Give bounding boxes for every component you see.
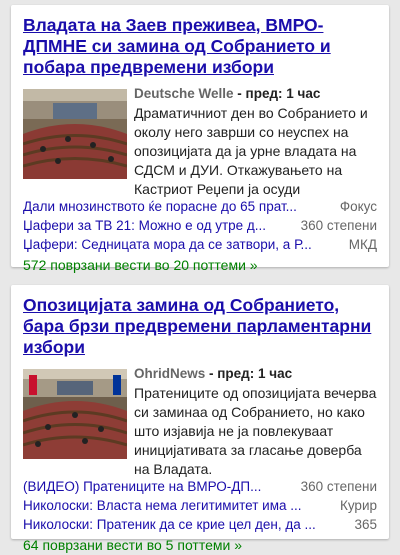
related-source: МКД — [348, 237, 377, 252]
related-link[interactable]: Николоски: Пратеник да се крие цел ден, … — [23, 515, 343, 534]
story-meta: OhridNews - пред: 1 час — [134, 365, 377, 383]
related-item: Николоски: Пратеник да се крие цел ден, … — [23, 515, 377, 534]
related-link[interactable]: (ВИДЕО) Пратениците на ВМРО-ДП... — [23, 477, 288, 496]
story-block: OhridNews - пред: 1 час Пратениците од о… — [23, 365, 377, 477]
more-related-link[interactable]: 64 поврзани вести во 5 поттеми » — [23, 535, 377, 555]
related-link[interactable]: Николоски: Власта нема легитимитет има .… — [23, 496, 323, 515]
related-source: Фокус — [339, 199, 377, 214]
more-related-link[interactable]: 572 поврзани вести во 20 поттеми » — [23, 255, 377, 275]
related-item: Николоски: Власта нема легитимитет има .… — [23, 496, 377, 515]
timestamp: - пред: 1 час — [233, 86, 321, 101]
related-link[interactable]: Дали мнозинството ќе порасне до 65 прат.… — [23, 197, 313, 216]
related-source: Курир — [339, 498, 377, 513]
source-name: OhridNews — [134, 366, 206, 381]
story-snippet: Пратениците од опозицијата вечерва си за… — [134, 385, 377, 477]
related-source: 360 степени — [300, 218, 377, 233]
story-snippet: Драматичниот ден во Собранието и околу н… — [134, 105, 368, 197]
related-source: 365 — [354, 517, 377, 532]
related-item: Дали мнозинството ќе порасне до 65 прат.… — [23, 197, 377, 216]
related-item: Џафери за ТВ 21: Можно е од утре д... 36… — [23, 216, 377, 235]
source-name: Deutsche Welle — [134, 86, 234, 101]
related-item: Џафери: Седницата мора да се затвори, а … — [23, 235, 377, 254]
parliament-thumbnail[interactable] — [23, 89, 127, 179]
related-source: 360 степени — [300, 479, 377, 494]
related-links: Дали мнозинството ќе порасне до 65 прат.… — [23, 197, 377, 254]
headline-link[interactable]: Опозицијата замина од Собранието, бара б… — [23, 295, 377, 358]
headline-link[interactable]: Владата на Заев преживеа, ВМРО-ДПМНЕ си … — [23, 15, 377, 78]
story-block: Deutsche Welle - пред: 1 час Драматичнио… — [23, 85, 377, 197]
timestamp: - пред: 1 час — [205, 366, 293, 381]
story-text: OhridNews - пред: 1 час Пратениците од о… — [134, 365, 377, 479]
story-text: Deutsche Welle - пред: 1 час Драматичнио… — [134, 85, 377, 199]
news-card-1: Владата на Заев преживеа, ВМРО-ДПМНЕ си … — [11, 5, 389, 273]
story-meta: Deutsche Welle - пред: 1 час — [134, 85, 377, 103]
parliament-thumbnail[interactable] — [23, 369, 127, 459]
related-links: (ВИДЕО) Пратениците на ВМРО-ДП... 360 ст… — [23, 477, 377, 534]
related-link[interactable]: Џафери: Седницата мора да се затвори, а … — [23, 235, 323, 254]
related-link[interactable]: Џафери за ТВ 21: Можно е од утре д... — [23, 216, 288, 235]
news-card-2: Опозицијата замина од Собранието, бара б… — [11, 285, 389, 553]
related-item: (ВИДЕО) Пратениците на ВМРО-ДП... 360 ст… — [23, 477, 377, 496]
